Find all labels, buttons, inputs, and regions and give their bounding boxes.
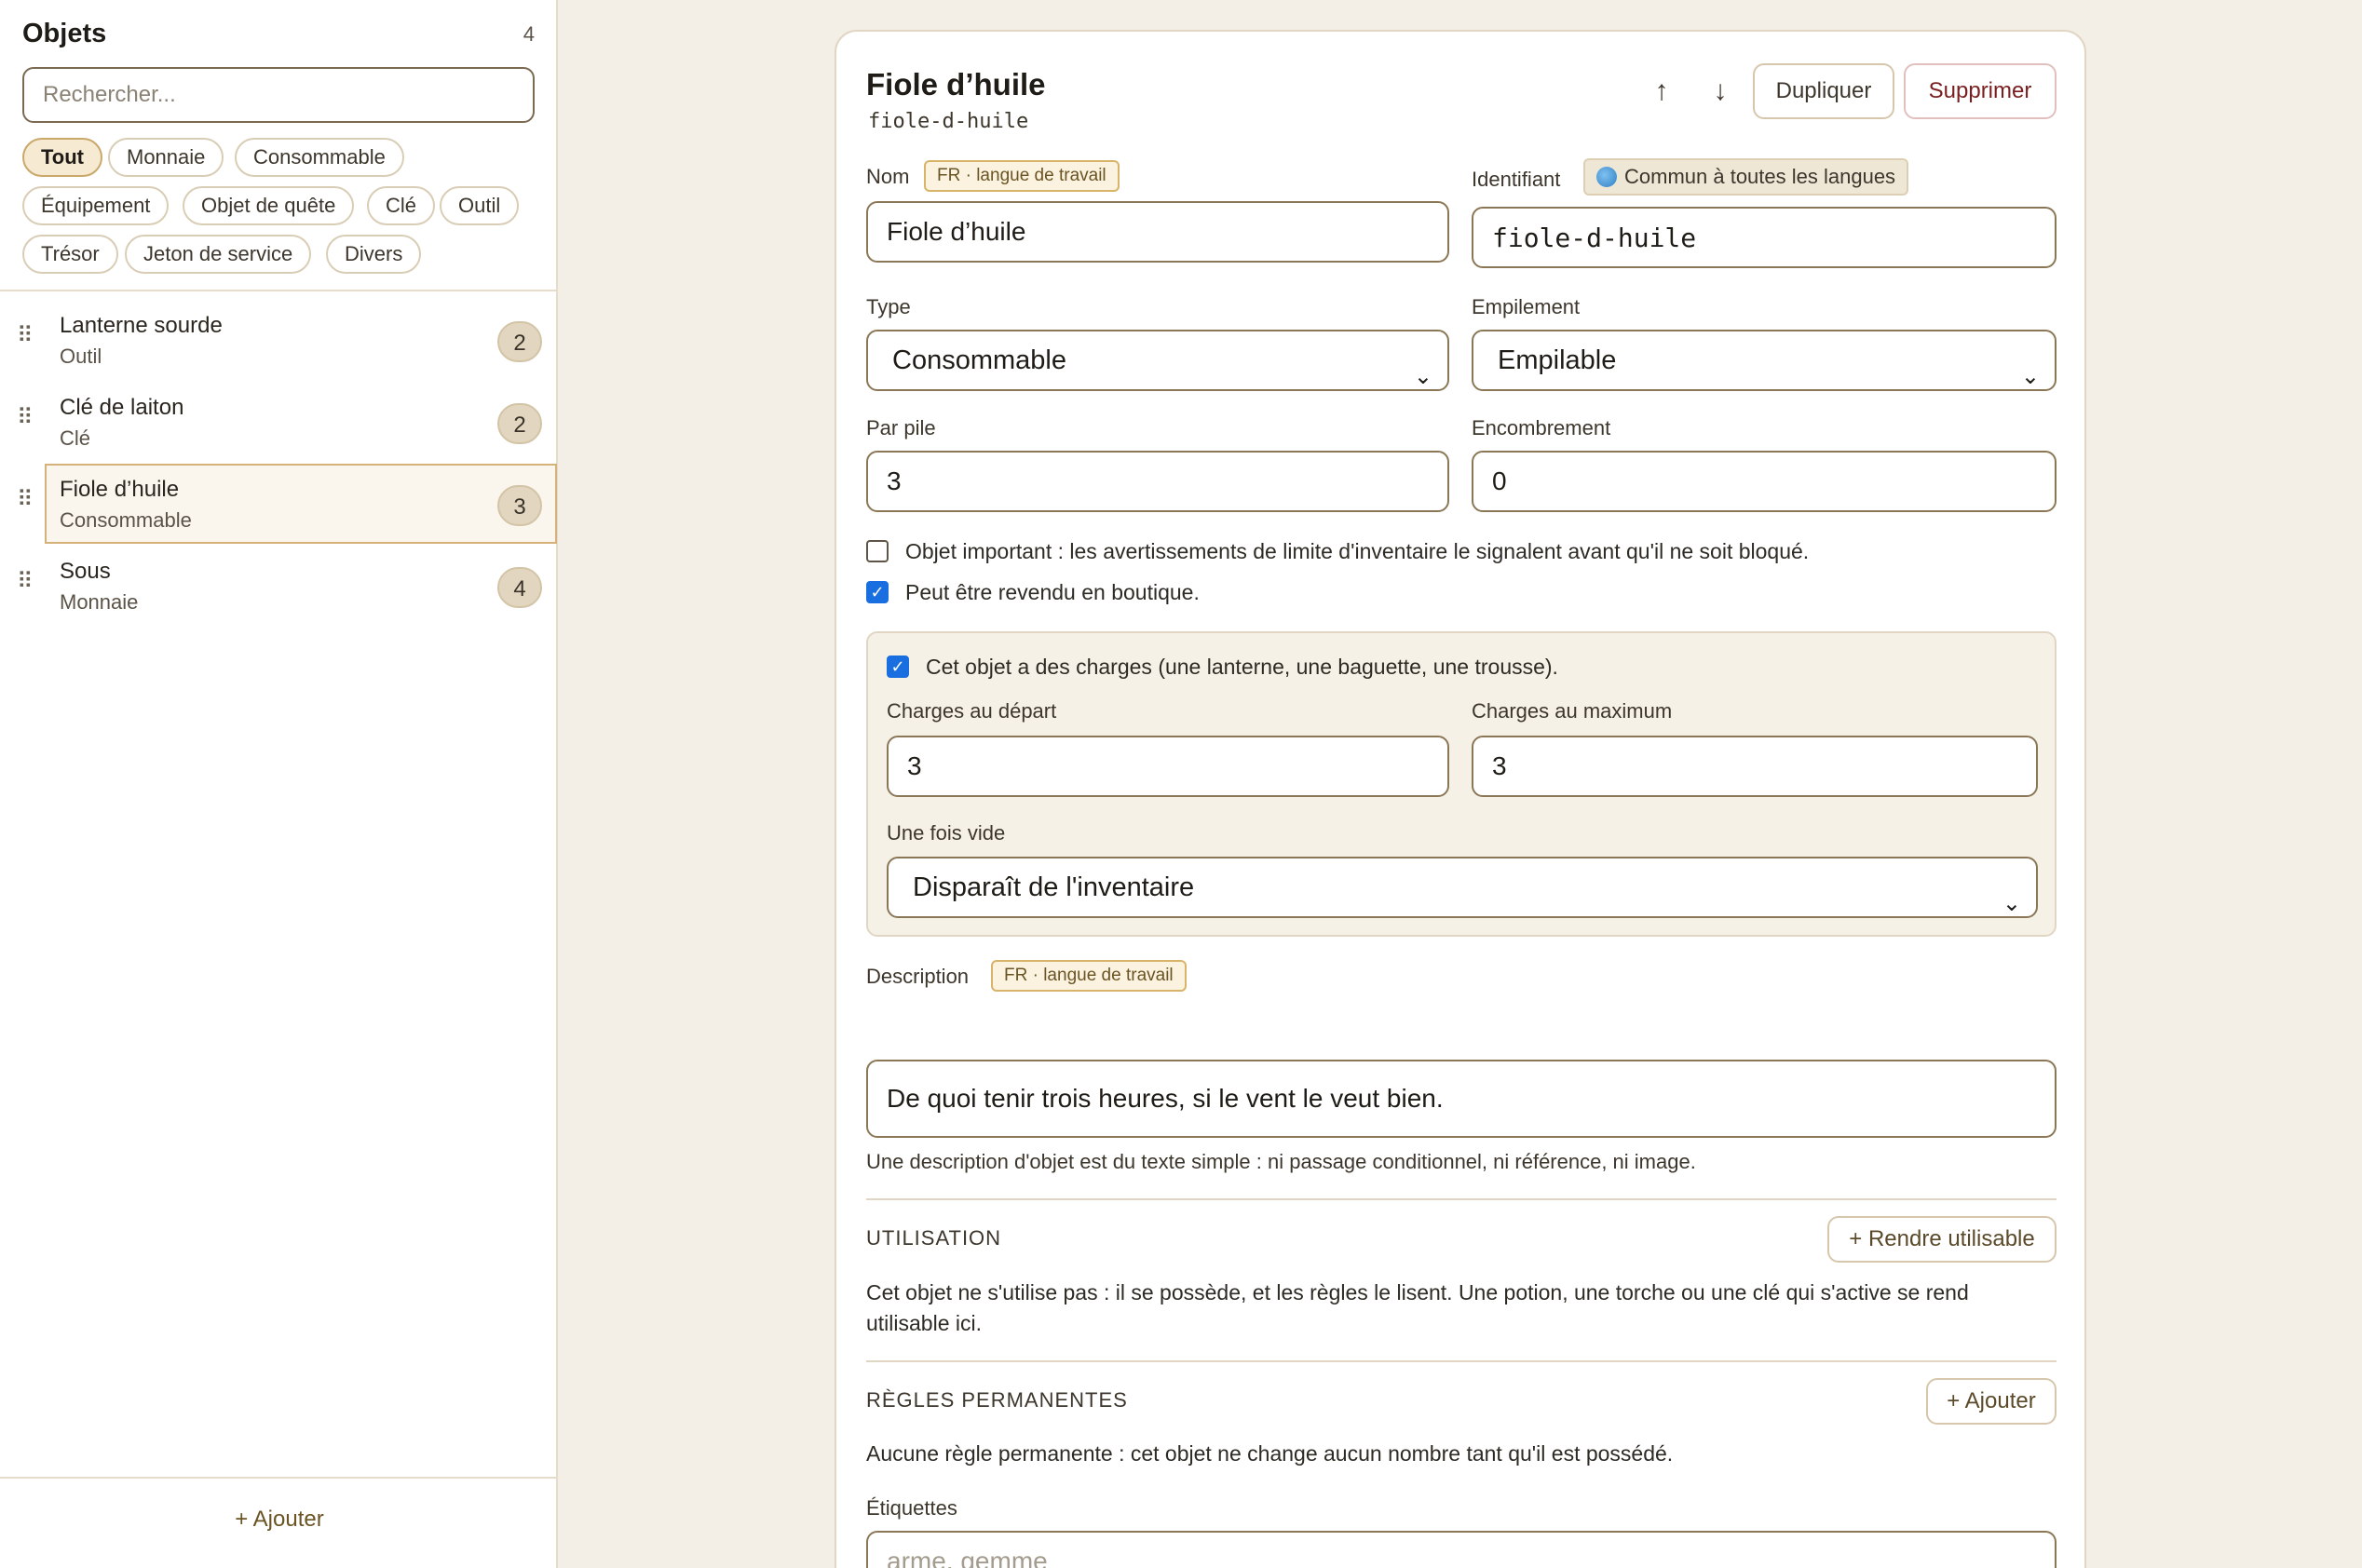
type-select[interactable]: Consommable ⌄ (866, 330, 1449, 391)
add-item-button[interactable]: + Ajouter (186, 1501, 373, 1538)
tags-input[interactable] (866, 1531, 2057, 1568)
rules-section-title: RÈGLES PERMANENTES (866, 1388, 1128, 1412)
when-empty-label: Une fois vide (887, 821, 1006, 845)
important-checkbox[interactable] (866, 540, 889, 562)
charges-max-label: Charges au maximum (1472, 699, 1673, 723)
stack-selected-value: Empilable (1498, 345, 1617, 375)
shared-language-text: Commun à toutes les langues (1624, 165, 1896, 188)
language-tag: FR · langue de travail (924, 160, 1120, 192)
add-rule-button[interactable]: + Ajouter (1926, 1378, 2057, 1425)
drag-handle-icon[interactable]: ⠿ (17, 322, 34, 349)
chevron-down-icon: ⌄ (2002, 891, 2021, 916)
shared-language-tag: Commun à toutes les langues (1583, 158, 1909, 196)
per-stack-label: Par pile (866, 416, 936, 439)
filter-chip-equipement[interactable]: Équipement (22, 186, 170, 225)
chevron-down-icon: ⌄ (1413, 364, 1432, 389)
list-item-selected[interactable]: ⠿ Fiole d’huile Consommable 3 (17, 464, 557, 544)
drag-handle-icon[interactable]: ⠿ (17, 486, 34, 513)
type-selected-value: Consommable (892, 345, 1066, 375)
filter-chip-outil[interactable]: Outil (440, 186, 520, 225)
item-type: Clé (60, 426, 91, 450)
drag-handle-icon[interactable]: ⠿ (17, 568, 34, 595)
divider (0, 290, 558, 291)
search-input[interactable] (22, 67, 535, 123)
filter-chip-cle[interactable]: Clé (367, 186, 436, 225)
arrow-down-icon[interactable]: ↓ (1700, 71, 1741, 112)
rules-description: Aucune règle permanente : cet objet ne c… (866, 1441, 1674, 1466)
filter-chip-consommable[interactable]: Consommable (235, 138, 404, 177)
filter-chip-jeton-de-service[interactable]: Jeton de service (125, 235, 312, 274)
arrow-up-icon[interactable]: ↑ (1641, 71, 1682, 112)
sidebar-title: Objets (22, 19, 107, 48)
language-tag: FR · langue de travail (991, 960, 1187, 992)
globe-icon (1596, 167, 1617, 187)
encumbrance-label: Encombrement (1472, 416, 1611, 439)
charges-start-field[interactable] (887, 736, 1449, 797)
duplicate-button[interactable]: Dupliquer (1753, 63, 1894, 119)
filter-chip-divers[interactable]: Divers (326, 235, 422, 274)
item-type: Monnaie (60, 590, 139, 614)
resell-label: Peut être revendu en boutique. (905, 580, 1200, 604)
chevron-down-icon: ⌄ (2020, 364, 2040, 389)
stack-label: Empilement (1472, 295, 1581, 318)
filter-chip-tout[interactable]: Tout (22, 138, 103, 177)
charges-panel: ✓ Cet objet a des charges (une lanterne,… (866, 631, 2057, 937)
list-item[interactable]: ⠿ Sous Monnaie 4 (17, 546, 557, 626)
identifier-label: Identifiant (1472, 168, 1561, 191)
count-badge: 2 (497, 321, 542, 362)
divider (866, 1198, 2057, 1200)
item-type: Outil (60, 345, 102, 368)
filter-chip-tresor[interactable]: Trésor (22, 235, 118, 274)
usage-description: Cet objet ne s'utilise pas : il se possè… (866, 1280, 1969, 1335)
item-type: Consommable (60, 508, 192, 532)
per-stack-field[interactable] (866, 451, 1449, 512)
drag-handle-icon[interactable]: ⠿ (17, 404, 34, 431)
item-count: 4 (523, 22, 535, 46)
sidebar-header: Objets 4 (22, 17, 535, 50)
item-name: Clé de laiton (60, 395, 184, 420)
description-field[interactable] (866, 1060, 2057, 1138)
encumbrance-field[interactable] (1472, 451, 2057, 512)
make-usable-button[interactable]: + Rendre utilisable (1827, 1216, 2057, 1263)
description-hint: Une description d'objet est du texte sim… (866, 1150, 1696, 1173)
description-label: Description (866, 965, 970, 988)
item-name: Sous (60, 559, 111, 584)
divider (0, 1477, 558, 1479)
divider (866, 1360, 2057, 1362)
charges-enabled-label: Cet objet a des charges (une lanterne, u… (926, 655, 1558, 679)
filter-chip-monnaie[interactable]: Monnaie (108, 138, 224, 177)
page-title: Fiole d’huile (866, 67, 1046, 101)
item-editor: Fiole d’huile fiole-d-huile ↑ ↓ Duplique… (835, 30, 2086, 1568)
delete-button[interactable]: Supprimer (1904, 63, 2057, 119)
important-label: Objet important : les avertissements de … (905, 539, 1810, 563)
count-badge: 3 (497, 485, 542, 526)
charges-checkbox[interactable]: ✓ (887, 656, 909, 678)
usage-section-title: UTILISATION (866, 1226, 1002, 1250)
when-empty-selected-value: Disparaît de l'inventaire (913, 872, 1195, 902)
stack-select[interactable]: Empilable ⌄ (1472, 330, 2057, 391)
sidebar: Objets 4 Tout Monnaie Consommable Équipe… (0, 0, 558, 1568)
identifier-field[interactable] (1472, 207, 2057, 268)
type-label: Type (866, 295, 911, 318)
when-empty-select[interactable]: Disparaît de l'inventaire ⌄ (887, 857, 2038, 918)
item-name: Fiole d’huile (60, 477, 180, 502)
filter-chip-objet-de-quete[interactable]: Objet de quête (183, 186, 355, 225)
name-label: Nom (866, 165, 910, 188)
item-name: Lanterne sourde (60, 313, 223, 338)
list-item[interactable]: ⠿ Lanterne sourde Outil 2 (17, 300, 557, 380)
list-item[interactable]: ⠿ Clé de laiton Clé 2 (17, 382, 557, 462)
item-slug: fiole-d-huile (868, 110, 1029, 133)
name-field[interactable] (866, 201, 1449, 263)
tags-label: Étiquettes (866, 1496, 957, 1520)
count-badge: 2 (497, 403, 542, 444)
count-badge: 4 (497, 567, 542, 608)
charges-max-field[interactable] (1472, 736, 2038, 797)
resell-checkbox[interactable]: ✓ (866, 581, 889, 603)
charges-start-label: Charges au départ (887, 699, 1057, 723)
